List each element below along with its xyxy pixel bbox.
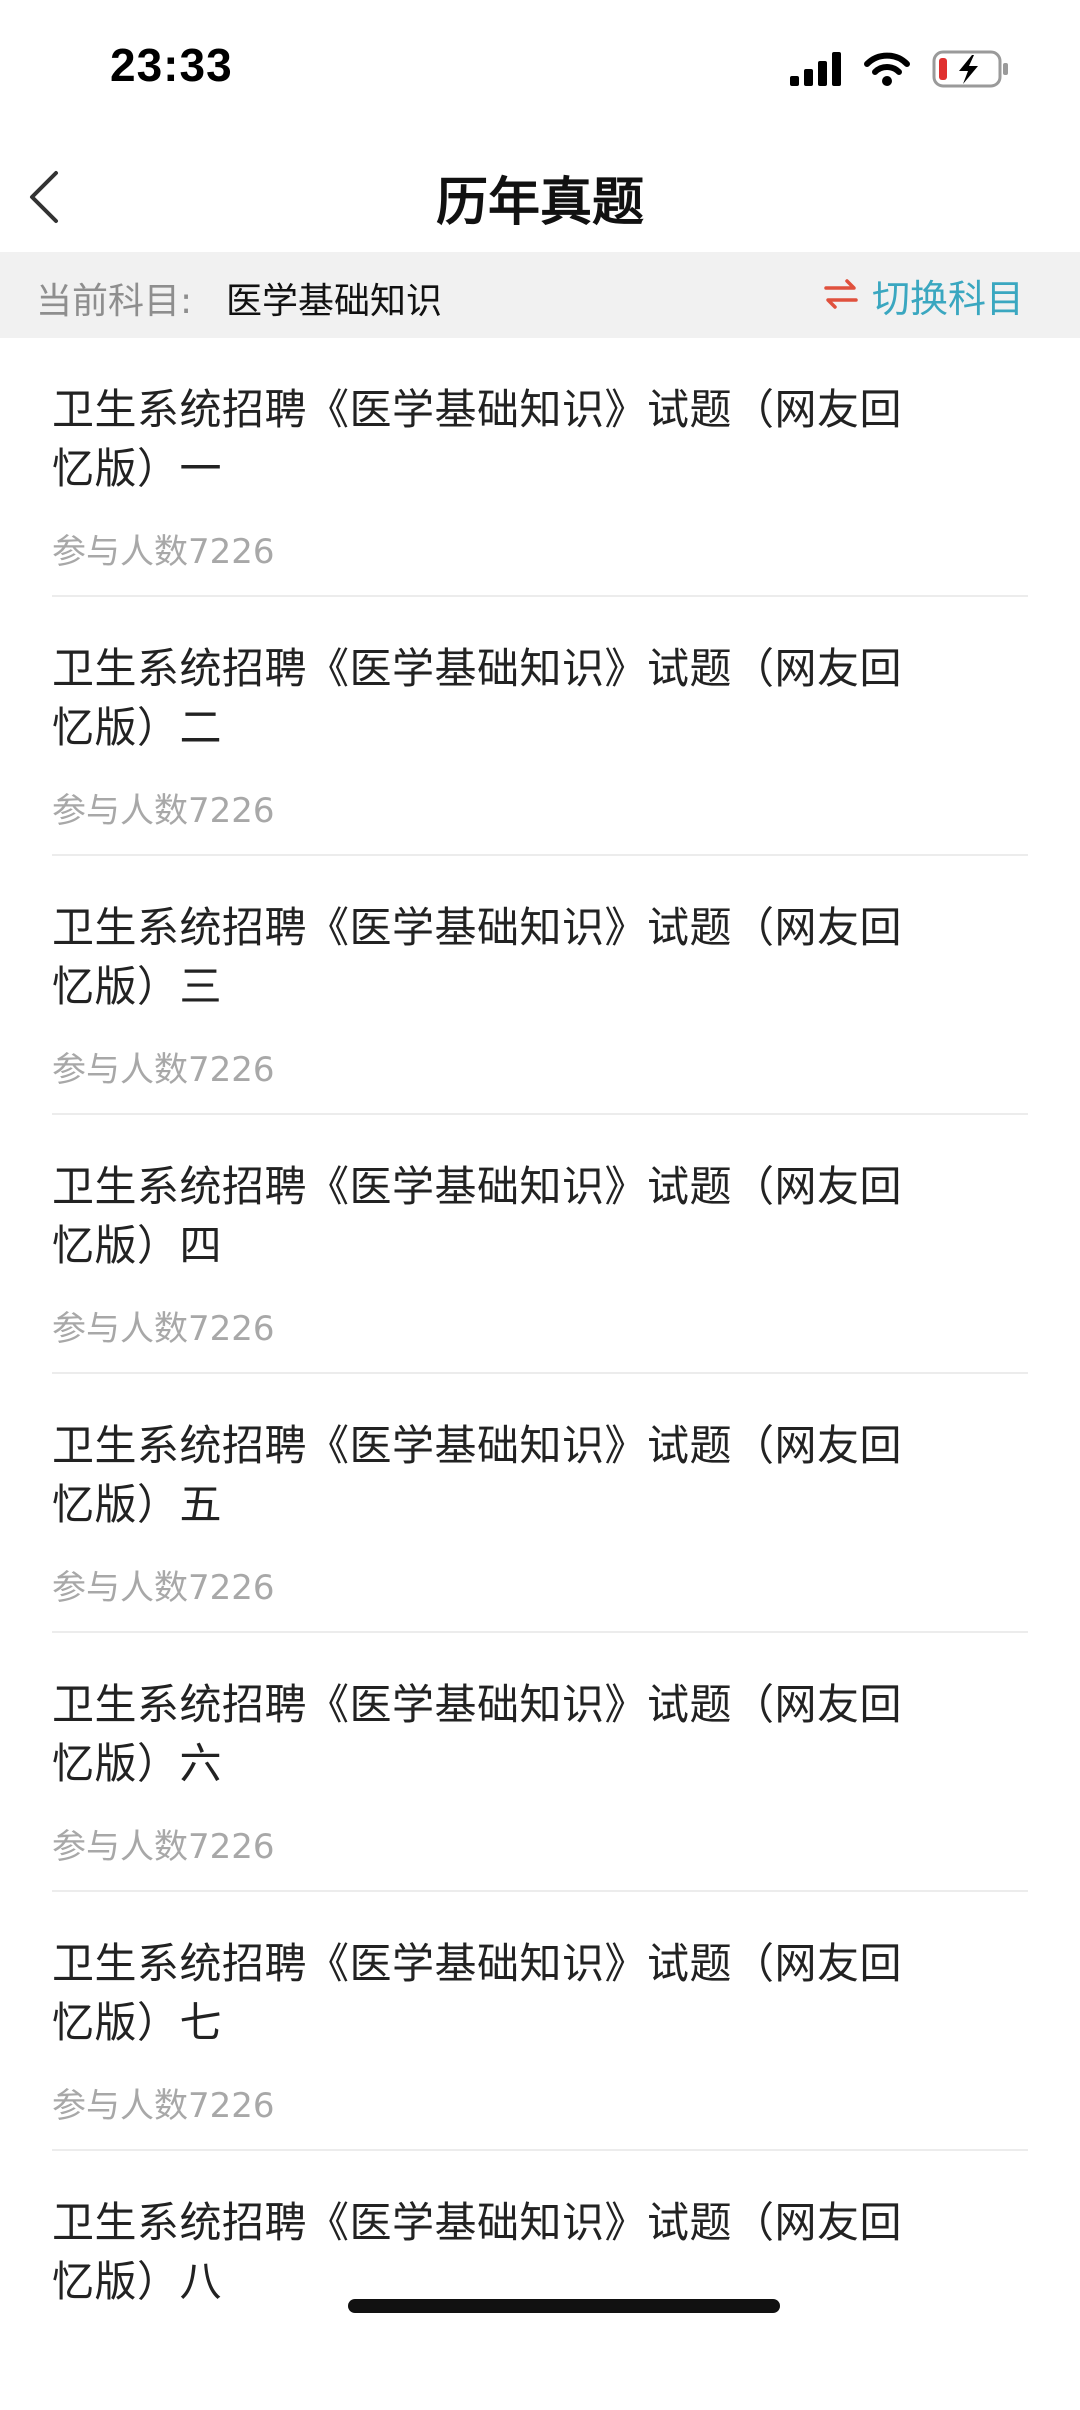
switch-subject-button[interactable]: 切换科目 — [824, 268, 1024, 323]
list-item[interactable]: 卫生系统招聘《医学基础知识》试题（网友回忆版）二 参与人数7226 — [52, 597, 1028, 856]
subject-label: 当前科目: — [36, 281, 193, 322]
nav-bar: 历年真题 — [0, 140, 1080, 252]
swap-arrows-icon — [824, 278, 858, 313]
participant-count: 参与人数7226 — [52, 1050, 275, 1090]
list-item[interactable]: 卫生系统招聘《医学基础知识》试题（网友回忆版）一 参与人数7226 — [52, 338, 1028, 597]
participant-count: 参与人数7226 — [52, 1568, 275, 1608]
exam-title: 卫生系统招聘《医学基础知识》试题（网友回忆版）三 — [52, 903, 903, 1011]
page-title: 历年真题 — [435, 173, 644, 233]
exam-title: 卫生系统招聘《医学基础知识》试题（网友回忆版）八 — [52, 2198, 903, 2306]
exam-title: 卫生系统招聘《医学基础知识》试题（网友回忆版）一 — [52, 385, 903, 493]
home-indicator — [348, 2299, 780, 2313]
list-item[interactable]: 卫生系统招聘《医学基础知识》试题（网友回忆版）三 参与人数7226 — [52, 856, 1028, 1115]
subject-bar: 当前科目: 医学基础知识 切换科目 — [0, 252, 1080, 338]
exam-title: 卫生系统招聘《医学基础知识》试题（网友回忆版）四 — [52, 1162, 903, 1270]
list-item[interactable]: 卫生系统招聘《医学基础知识》试题（网友回忆版）五 参与人数7226 — [52, 1374, 1028, 1633]
list-item[interactable]: 卫生系统招聘《医学基础知识》试题（网友回忆版）七 参与人数7226 — [52, 1892, 1028, 2151]
exam-title: 卫生系统招聘《医学基础知识》试题（网友回忆版）六 — [52, 1680, 903, 1788]
status-icons — [790, 50, 1010, 92]
switch-subject-label: 切换科目 — [871, 277, 1024, 321]
subject-value: 医学基础知识 — [226, 281, 443, 322]
exam-list: 卫生系统招聘《医学基础知识》试题（网友回忆版）一 参与人数7226 卫生系统招聘… — [0, 338, 1080, 2410]
participant-count: 参与人数7226 — [52, 532, 275, 572]
list-item[interactable]: 卫生系统招聘《医学基础知识》试题（网友回忆版）八 — [52, 2151, 1028, 2410]
status-time: 23:33 — [110, 39, 233, 91]
exam-title: 卫生系统招聘《医学基础知识》试题（网友回忆版）五 — [52, 1421, 903, 1529]
participant-count: 参与人数7226 — [52, 1827, 275, 1867]
exam-title: 卫生系统招聘《医学基础知识》试题（网友回忆版）七 — [52, 1939, 903, 2047]
status-bar: 23:33 — [0, 0, 1080, 140]
list-item[interactable]: 卫生系统招聘《医学基础知识》试题（网友回忆版）四 参与人数7226 — [52, 1115, 1028, 1374]
battery-charging-icon — [932, 50, 1010, 92]
list-item[interactable]: 卫生系统招聘《医学基础知识》试题（网友回忆版）六 参与人数7226 — [52, 1633, 1028, 1892]
wifi-icon — [864, 52, 910, 90]
participant-count: 参与人数7226 — [52, 791, 275, 831]
cellular-signal-icon — [790, 52, 842, 90]
exam-title: 卫生系统招聘《医学基础知识》试题（网友回忆版）二 — [52, 644, 903, 752]
participant-count: 参与人数7226 — [52, 1309, 275, 1349]
participant-count: 参与人数7226 — [52, 2086, 275, 2126]
